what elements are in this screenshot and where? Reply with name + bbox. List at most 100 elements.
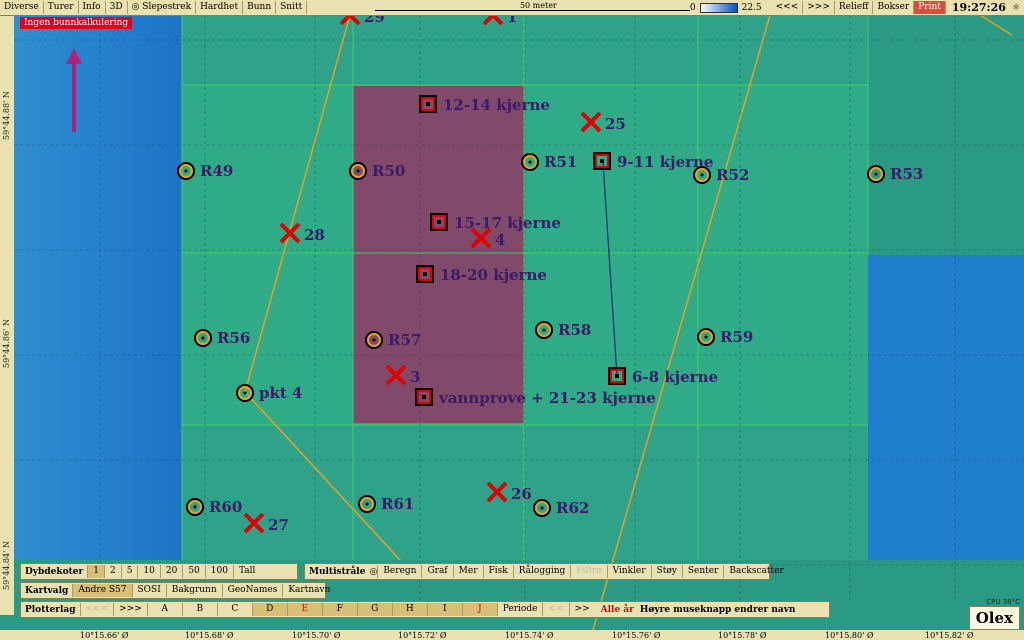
layer-g-button[interactable]: G bbox=[356, 603, 392, 616]
sample-square-icon[interactable] bbox=[419, 95, 437, 113]
waypoint-circle-icon[interactable] bbox=[194, 329, 212, 347]
multistraale-title: Multistråle bbox=[309, 566, 366, 577]
sample-square-icon[interactable] bbox=[608, 367, 626, 385]
plotter-forward-button[interactable]: >>> bbox=[113, 603, 147, 616]
slepestrek-label: Slepestrek bbox=[142, 2, 192, 12]
waypoint-label: R62 bbox=[556, 499, 589, 517]
lon-label: 10°15.70' Ø bbox=[292, 631, 341, 640]
layer-f-button[interactable]: F bbox=[321, 603, 357, 616]
lat-label: 59°44.84' N bbox=[2, 541, 11, 590]
bokser-button[interactable]: Bokser bbox=[873, 1, 915, 14]
beregn-button[interactable]: Beregn bbox=[377, 565, 421, 578]
plotterlag-title: Plotterlag bbox=[25, 604, 76, 615]
contour-tall-button[interactable]: Tall bbox=[232, 565, 260, 578]
menu-info[interactable]: Info bbox=[79, 1, 106, 14]
relief-button[interactable]: Relieff bbox=[835, 1, 874, 14]
period-back-button[interactable]: << bbox=[542, 603, 568, 616]
dybdekoter-title: Dybdekoter bbox=[25, 566, 84, 577]
geonames-button[interactable]: GeoNames bbox=[221, 584, 283, 597]
waypoint-circle-icon[interactable] bbox=[535, 321, 553, 339]
layer-j-button[interactable]: J bbox=[461, 603, 497, 616]
kartvalg-title: Kartvalg bbox=[25, 585, 69, 596]
contour-5-button[interactable]: 5 bbox=[120, 565, 138, 578]
waypoint-label: R50 bbox=[372, 162, 405, 180]
waypoint-label: R52 bbox=[716, 166, 749, 184]
menu-diverse[interactable]: Diverse bbox=[0, 1, 44, 14]
cross-mark-label: 25 bbox=[605, 115, 626, 133]
senter-button[interactable]: Senter bbox=[681, 565, 724, 578]
contour-10-button[interactable]: 10 bbox=[137, 565, 159, 578]
radio-icon: ◎ bbox=[131, 2, 140, 12]
contour-2-button[interactable]: 2 bbox=[103, 565, 121, 578]
menu-3d[interactable]: 3D bbox=[106, 1, 128, 14]
waypoint-label: R53 bbox=[890, 165, 923, 183]
lat-label: 59°44.88' N bbox=[2, 91, 11, 140]
filtre-button[interactable]: Filtre bbox=[570, 565, 606, 578]
backscatter-button[interactable]: Backscatter bbox=[723, 565, 788, 578]
depth-legend: 0 22.5 bbox=[690, 2, 762, 13]
waypoint-circle-icon[interactable] bbox=[867, 165, 885, 183]
vinkler-button[interactable]: Vinkler bbox=[606, 565, 651, 578]
olex-logo: Olex bbox=[968, 606, 1020, 630]
layer-i-button[interactable]: I bbox=[426, 603, 462, 616]
plotter-back-button[interactable]: <<< bbox=[79, 603, 114, 616]
cross-mark-label: 3 bbox=[410, 368, 420, 386]
layer-a-button[interactable]: A bbox=[146, 603, 182, 616]
fisk-button[interactable]: Fisk bbox=[482, 565, 513, 578]
ralogging-button[interactable]: Rålogging bbox=[512, 565, 571, 578]
waypoint-circle-icon[interactable] bbox=[358, 495, 376, 513]
waypoint-circle-icon[interactable] bbox=[533, 499, 551, 517]
layer-e-button[interactable]: E bbox=[286, 603, 322, 616]
waypoint-circle-icon[interactable] bbox=[349, 162, 367, 180]
andre-s57-button[interactable]: Andre S57 bbox=[72, 584, 132, 597]
sample-square-icon[interactable] bbox=[416, 265, 434, 283]
periode-button[interactable]: Periode bbox=[496, 603, 543, 616]
sample-label: 18-20 kjerne bbox=[440, 266, 547, 284]
sample-square-icon[interactable] bbox=[593, 152, 611, 170]
contour-1-button[interactable]: 1 bbox=[87, 565, 104, 578]
contour-100-button[interactable]: 100 bbox=[204, 565, 233, 578]
longitude-bar: 10°15.66' Ø 10°15.68' Ø 10°15.70' Ø 10°1… bbox=[0, 630, 1024, 640]
kartnavn-button[interactable]: Kartnavn bbox=[282, 584, 335, 597]
menu-slepestrek[interactable]: ◎ Slepestrek bbox=[128, 1, 197, 14]
chart-map[interactable]: R49 R50 R51 R52 R53 R56 R57 R58 R59 pkt 4 R60 R61 R6… bbox=[0, 0, 1024, 640]
waypoint-circle-icon[interactable] bbox=[697, 328, 715, 346]
cross-mark-label: 27 bbox=[268, 516, 289, 534]
menu-bunn[interactable]: Bunn bbox=[243, 1, 277, 14]
lon-label: 10°15.82' Ø bbox=[925, 631, 974, 640]
waypoint-circle-icon[interactable] bbox=[236, 384, 254, 402]
bakgrunn-button[interactable]: Bakgrunn bbox=[165, 584, 222, 597]
waypoint-circle-icon[interactable] bbox=[177, 162, 195, 180]
stoy-button[interactable]: Støy bbox=[650, 565, 682, 578]
waypoint-circle-icon[interactable] bbox=[186, 498, 204, 516]
period-forward-button[interactable]: >> bbox=[568, 603, 595, 616]
top-toolbar: Diverse Turer Info 3D ◎ Slepestrek Hardh… bbox=[0, 0, 1024, 16]
lon-label: 10°15.72' Ø bbox=[398, 631, 447, 640]
graf-button[interactable]: Graf bbox=[421, 565, 452, 578]
layer-b-button[interactable]: B bbox=[181, 603, 217, 616]
sosi-button[interactable]: SOSI bbox=[131, 584, 166, 597]
print-button[interactable]: Print bbox=[914, 1, 946, 14]
depth-gradient bbox=[699, 2, 738, 13]
nav-forward-button[interactable]: >>> bbox=[803, 1, 835, 14]
layer-d-button[interactable]: D bbox=[251, 603, 287, 616]
waypoint-circle-icon[interactable] bbox=[521, 153, 539, 171]
waypoint-label: R60 bbox=[209, 498, 242, 516]
nav-back-button[interactable]: <<< bbox=[772, 1, 804, 14]
waypoint-circle-icon[interactable] bbox=[365, 331, 383, 349]
sun-icon: ☼ bbox=[1011, 2, 1020, 13]
cross-mark-label: 28 bbox=[304, 226, 325, 244]
sample-square-icon[interactable] bbox=[430, 213, 448, 231]
sample-label: 15-17 kjerne bbox=[454, 214, 561, 232]
layer-h-button[interactable]: H bbox=[391, 603, 427, 616]
layer-c-button[interactable]: C bbox=[216, 603, 252, 616]
mer-button[interactable]: Mer bbox=[452, 565, 483, 578]
hint-text: Høyre museknapp endrer navn bbox=[639, 604, 796, 615]
contour-50-button[interactable]: 50 bbox=[182, 565, 204, 578]
menu-turer[interactable]: Turer bbox=[44, 1, 79, 14]
sample-square-icon[interactable] bbox=[415, 388, 433, 406]
menu-snitt[interactable]: Snitt bbox=[276, 1, 308, 14]
menu-hardhet[interactable]: Hardhet bbox=[196, 1, 244, 14]
contour-20-button[interactable]: 20 bbox=[159, 565, 182, 578]
clock: 19:27:26 bbox=[951, 1, 1006, 14]
